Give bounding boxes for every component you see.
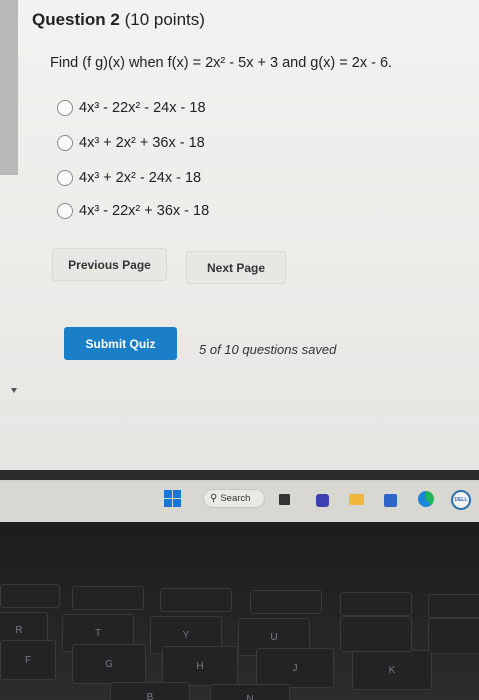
radio-button[interactable] — [57, 203, 73, 219]
widgets-icon[interactable] — [279, 494, 290, 505]
search-label: Search — [220, 493, 251, 504]
key-f: F — [0, 640, 56, 680]
key-j: J — [256, 648, 334, 688]
next-page-button[interactable]: Next Page — [186, 251, 286, 284]
question-prompt: Find (f g)(x) when f(x) = 2x² - 5x + 3 a… — [50, 55, 393, 71]
question-points: (10 points) — [124, 10, 205, 29]
store-icon[interactable] — [384, 494, 397, 507]
key-k: K — [352, 650, 432, 690]
submit-quiz-button[interactable]: Submit Quiz — [64, 327, 177, 360]
key-blank — [428, 618, 479, 654]
answer-option-2[interactable]: 4x³ + 2x² + 36x - 18 — [57, 132, 205, 154]
key-blank — [160, 588, 232, 612]
key-h: H — [162, 646, 238, 686]
dell-logo-text: DELL — [454, 497, 468, 503]
key-blank — [0, 584, 60, 608]
question-title: Question 2 (10 points) — [32, 10, 205, 30]
key-n: N — [210, 684, 290, 700]
key-blank — [428, 594, 479, 618]
key-g: G — [72, 644, 146, 684]
answer-label: 4x³ + 2x² - 24x - 18 — [79, 170, 202, 186]
answer-label: 4x³ - 22x² + 36x - 18 — [79, 203, 210, 219]
teams-icon[interactable] — [316, 494, 329, 507]
answer-label: 4x³ - 22x² - 24x - 18 — [79, 100, 206, 116]
answer-option-4[interactable]: 4x³ - 22x² + 36x - 18 — [57, 200, 209, 222]
search-icon: ⚲ — [210, 493, 218, 504]
collapse-arrow-icon[interactable] — [11, 388, 17, 393]
folder-icon[interactable] — [349, 494, 364, 505]
answer-option-1[interactable]: 4x³ - 22x² - 24x - 18 — [57, 97, 206, 119]
left-scroll-bar — [0, 0, 18, 175]
start-icon[interactable] — [164, 490, 181, 507]
key-blank — [250, 590, 322, 614]
key-blank — [340, 616, 412, 652]
radio-button[interactable] — [57, 135, 73, 151]
key-b: B — [110, 682, 190, 700]
key-blank — [72, 586, 144, 610]
key-blank — [340, 592, 412, 616]
radio-button[interactable] — [57, 170, 73, 186]
laptop-keyboard: R T Y U F G H J K B N — [0, 522, 479, 700]
answer-option-3[interactable]: 4x³ + 2x² - 24x - 18 — [57, 167, 201, 189]
saved-status-text: 5 of 10 questions saved — [199, 342, 337, 357]
answer-label: 4x³ + 2x² + 36x - 18 — [79, 135, 205, 151]
quiz-page: Question 2 (10 points) Find (f g)(x) whe… — [0, 0, 479, 470]
previous-page-button[interactable]: Previous Page — [52, 248, 167, 281]
dell-icon[interactable]: DELL — [451, 490, 471, 510]
taskbar: ⚲ Search DELL — [0, 480, 479, 523]
edge-icon[interactable] — [418, 491, 434, 507]
taskbar-search[interactable]: ⚲ Search — [203, 489, 265, 508]
radio-button[interactable] — [57, 100, 73, 116]
question-number: Question 2 — [32, 10, 120, 29]
